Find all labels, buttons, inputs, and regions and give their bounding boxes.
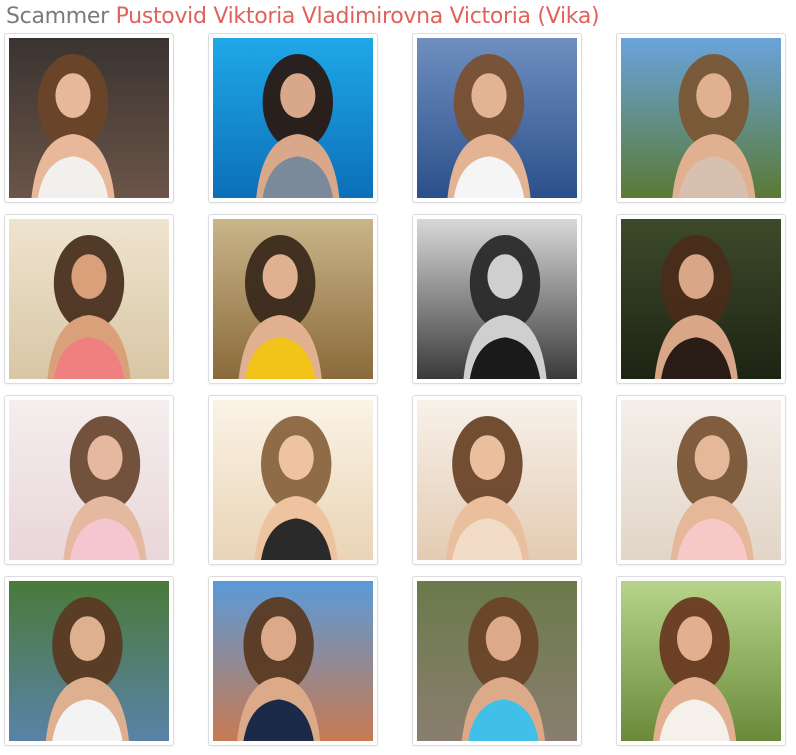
photo-art xyxy=(213,219,373,379)
photo-art xyxy=(621,219,781,379)
photo-image xyxy=(213,400,373,560)
photo-thumbnail[interactable] xyxy=(412,395,582,565)
photo-image xyxy=(9,581,169,741)
photo-image xyxy=(417,219,577,379)
photo-art xyxy=(9,219,169,379)
photo-thumbnail[interactable] xyxy=(412,214,582,384)
page-title: Scammer Pustovid Viktoria Vladimirovna V… xyxy=(6,4,600,30)
photo-art xyxy=(9,38,169,198)
photo-art xyxy=(9,581,169,741)
photo-image xyxy=(417,400,577,560)
title-prefix: Scammer xyxy=(6,4,109,29)
photo-art xyxy=(213,38,373,198)
photo-thumbnail[interactable] xyxy=(616,576,786,746)
photo-thumbnail[interactable] xyxy=(412,33,582,203)
photo-art xyxy=(9,400,169,560)
photo-art xyxy=(213,581,373,741)
photo-thumbnail[interactable] xyxy=(616,214,786,384)
photo-thumbnail[interactable] xyxy=(616,33,786,203)
photo-thumbnail[interactable] xyxy=(208,33,378,203)
photo-image xyxy=(9,219,169,379)
photo-thumbnail[interactable] xyxy=(208,576,378,746)
photo-thumbnail[interactable] xyxy=(4,214,174,384)
scammer-name: Pustovid Viktoria Vladimirovna Victoria … xyxy=(115,4,600,29)
photo-image xyxy=(213,581,373,741)
photo-thumbnail[interactable] xyxy=(208,395,378,565)
photo-image xyxy=(621,400,781,560)
photo-image xyxy=(621,219,781,379)
photo-image xyxy=(213,38,373,198)
photo-thumbnail[interactable] xyxy=(4,33,174,203)
photo-image xyxy=(621,581,781,741)
photo-art xyxy=(621,581,781,741)
photo-thumbnail[interactable] xyxy=(616,395,786,565)
photo-image xyxy=(213,219,373,379)
photo-thumbnail[interactable] xyxy=(412,576,582,746)
photo-image xyxy=(9,400,169,560)
photo-thumbnail[interactable] xyxy=(4,395,174,565)
photo-thumbnail[interactable] xyxy=(208,214,378,384)
photo-image xyxy=(417,38,577,198)
photo-art xyxy=(417,219,577,379)
photo-art xyxy=(621,400,781,560)
photo-art xyxy=(417,581,577,741)
photo-art xyxy=(417,38,577,198)
photo-art xyxy=(417,400,577,560)
photo-image xyxy=(621,38,781,198)
photo-art xyxy=(621,38,781,198)
photo-image xyxy=(9,38,169,198)
photo-art xyxy=(213,400,373,560)
photo-image xyxy=(417,581,577,741)
photo-thumbnail[interactable] xyxy=(4,576,174,746)
